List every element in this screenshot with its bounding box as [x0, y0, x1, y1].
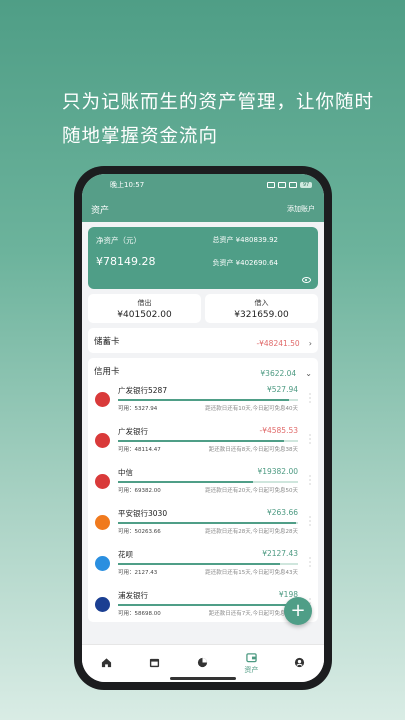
- credit-item-available: 可用：5327.94: [118, 406, 158, 412]
- chevron-down-icon: ⌄: [305, 369, 312, 378]
- credit-item-amount: -¥4585.53: [259, 426, 299, 435]
- credit-label: 信用卡: [94, 366, 120, 377]
- gf-logo: [95, 392, 110, 407]
- status-bar: 晚上10:57 97: [82, 174, 324, 196]
- credit-item-amount: ¥2127.43: [262, 549, 298, 558]
- more-options-icon[interactable]: ···: [308, 391, 312, 407]
- status-time: 晚上10:57: [110, 181, 145, 189]
- credit-item[interactable]: 中信 ¥19382.00 可用：69382.00 距还款日还有20天,今日起可免息50…: [88, 465, 318, 506]
- credit-item-amount: ¥263.66: [266, 508, 298, 517]
- credit-item-amount: ¥19382.00: [257, 467, 298, 476]
- debit-card-section[interactable]: 储蓄卡 -¥48241.50 ›: [88, 328, 318, 353]
- credit-item-available: 可用：48114.47: [118, 447, 161, 453]
- credit-item[interactable]: 平安银行3030 ¥263.66 可用：50263.66 距还款日还有28天,今日起可…: [88, 506, 318, 547]
- credit-usage-fill: [118, 399, 289, 401]
- headline-line-2: 随地掌握资金流向: [62, 126, 219, 147]
- credit-usage-fill: [118, 522, 297, 524]
- nav-calendar[interactable]: [135, 657, 175, 670]
- signal-icon: [278, 182, 286, 188]
- credit-usage-bar: [118, 522, 298, 524]
- wifi-icon: [289, 182, 297, 188]
- credit-header[interactable]: 信用卡 ¥3622.04 ⌄: [88, 358, 318, 383]
- lend-out-card[interactable]: 借出 ¥401502.00: [88, 294, 201, 323]
- pingan-logo: [95, 515, 110, 530]
- credit-item[interactable]: 花呗 ¥2127.43 可用：2127.43 距还款日还有15天,今日起可免息43天 ·…: [88, 547, 318, 588]
- lend-out-value: ¥401502.00: [117, 310, 172, 320]
- lend-in-label: 借入: [254, 299, 269, 307]
- lend-in-card[interactable]: 借入 ¥321659.00: [205, 294, 318, 323]
- alarm-icon: [267, 182, 275, 188]
- more-options-icon[interactable]: ···: [308, 432, 312, 448]
- profile-icon: [295, 657, 305, 668]
- debit-amount: -¥48241.50: [256, 339, 300, 348]
- credit-item[interactable]: 广发银行 -¥4585.53 可用：48114.47 距还款日还有8天,今日起可免息3…: [88, 424, 318, 465]
- credit-item[interactable]: 浦发银行¥198可用：58698.00距还款日还有7天,今日起可免息36天···: [88, 588, 318, 622]
- top-bar: 资产 添加账户: [82, 196, 324, 222]
- headline: 只为记账而生的资产管理，让你随时 随地掌握资金流向: [62, 86, 382, 154]
- nav-home[interactable]: [86, 657, 126, 670]
- nav-assets-label: 资产: [244, 666, 259, 674]
- credit-usage-bar: [118, 563, 298, 565]
- eye-icon[interactable]: [302, 277, 311, 283]
- credit-usage-bar: [118, 604, 298, 606]
- lend-out-label: 借出: [137, 299, 152, 307]
- credit-item-name: 浦发银行: [118, 591, 148, 600]
- credit-card-section: 信用卡 ¥3622.04 ⌄ 广发银行5287 ¥527.94 可用：5327.94…: [88, 358, 318, 622]
- calendar-icon: [149, 658, 160, 668]
- credit-item-note: 距还款日还有8天,今日起可免息38天: [208, 447, 298, 453]
- total-assets: 总资产 ¥480839.92: [212, 236, 278, 244]
- credit-list: 广发银行5287 ¥527.94 可用：5327.94 距还款日还有10天,今日起可免…: [88, 383, 318, 622]
- credit-item-note: 距还款日还有28天,今日起可免息28天: [205, 529, 298, 535]
- debit-label: 储蓄卡: [94, 336, 120, 347]
- chevron-right-icon: ›: [308, 339, 312, 348]
- credit-usage-fill: [118, 440, 284, 442]
- status-icons: 97: [267, 182, 312, 188]
- chart-icon: [198, 657, 208, 668]
- add-record-button[interactable]: +: [284, 597, 312, 625]
- phone-frame: 晚上10:57 97 资产 添加账户 净资产（元） ¥78149.28 总资产 …: [74, 166, 332, 690]
- huabei-logo: [95, 556, 110, 571]
- summary-card[interactable]: 净资产（元） ¥78149.28 总资产 ¥480839.92 负资产 ¥402…: [88, 227, 318, 289]
- nav-profile[interactable]: [280, 657, 320, 670]
- credit-item-note: 距还款日还有15天,今日起可免息43天: [205, 570, 298, 576]
- battery-icon: 97: [300, 182, 312, 188]
- nav-chart[interactable]: [183, 657, 223, 670]
- more-options-icon[interactable]: ···: [308, 514, 312, 530]
- citic-logo: [95, 474, 110, 489]
- credit-item-available: 可用：50263.66: [118, 529, 161, 535]
- more-options-icon[interactable]: ···: [308, 473, 312, 489]
- credit-item[interactable]: 广发银行5287 ¥527.94 可用：5327.94 距还款日还有10天,今日起可免…: [88, 383, 318, 424]
- add-account-button[interactable]: 添加账户: [287, 204, 315, 214]
- credit-usage-bar: [118, 481, 298, 483]
- home-indicator: [170, 677, 236, 680]
- wallet-icon: [246, 653, 257, 663]
- credit-usage-fill: [118, 604, 291, 606]
- credit-item-available: 可用：69382.00: [118, 488, 161, 494]
- lend-row: 借出 ¥401502.00 借入 ¥321659.00: [88, 294, 318, 323]
- spdb-logo: [95, 597, 110, 612]
- credit-item-note: 距还款日还有20天,今日起可免息50天: [205, 488, 298, 494]
- credit-item-available: 可用：58698.00: [118, 611, 161, 617]
- credit-usage-bar: [118, 399, 298, 401]
- headline-line-1: 只为记账而生的资产管理，让你随时: [62, 92, 375, 113]
- gf-logo: [95, 433, 110, 448]
- credit-usage-bar: [118, 440, 298, 442]
- credit-amount: ¥3622.04: [260, 369, 297, 378]
- page-title: 资产: [91, 205, 110, 216]
- credit-usage-fill: [118, 563, 280, 565]
- credit-usage-fill: [118, 481, 253, 483]
- credit-item-available: 可用：2127.43: [118, 570, 158, 576]
- credit-item-note: 距还款日还有10天,今日起可免息40天: [205, 406, 298, 412]
- more-options-icon[interactable]: ···: [308, 555, 312, 571]
- credit-item-amount: ¥527.94: [266, 385, 298, 394]
- nav-assets[interactable]: 资产: [231, 652, 271, 675]
- home-icon: [101, 658, 111, 668]
- phone-screen: 晚上10:57 97 资产 添加账户 净资产（元） ¥78149.28 总资产 …: [82, 174, 324, 682]
- lend-in-value: ¥321659.00: [234, 310, 289, 320]
- debt-assets: 负资产 ¥402690.64: [212, 259, 278, 267]
